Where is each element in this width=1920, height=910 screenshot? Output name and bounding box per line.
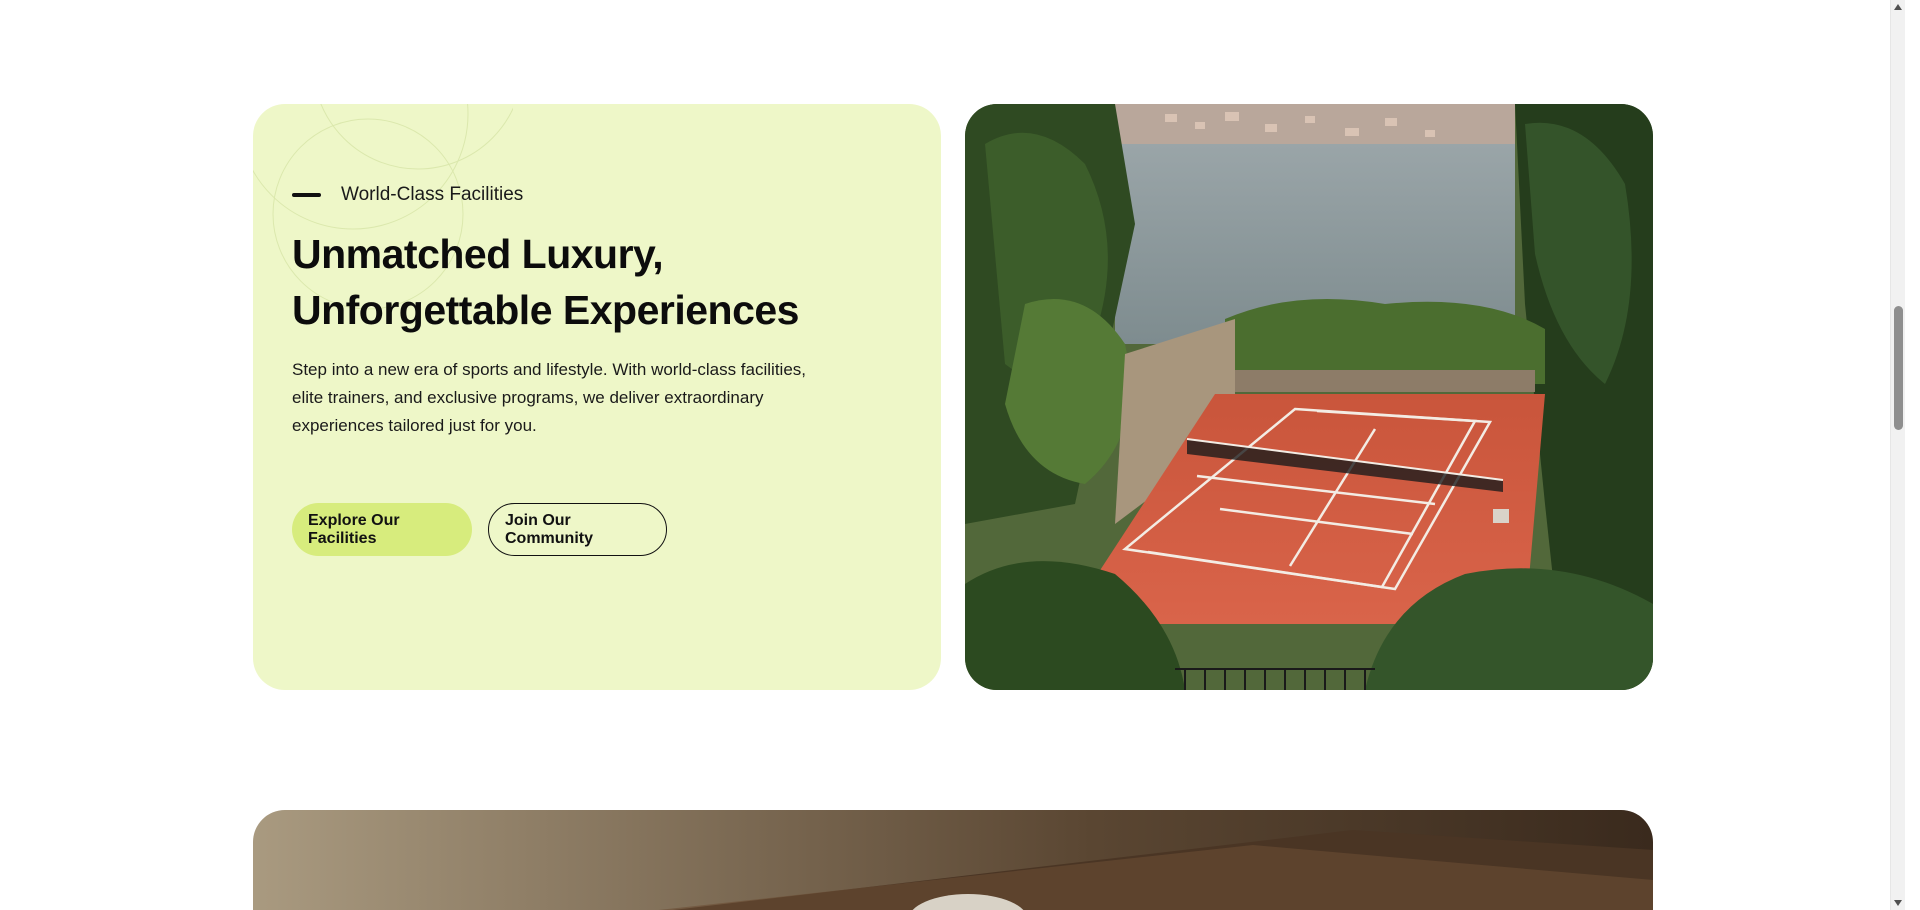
chevron-up-icon[interactable]	[1894, 4, 1902, 10]
eyebrow: World-Class Facilities	[292, 184, 523, 206]
tennis-court-illustration	[965, 104, 1653, 690]
eyebrow-label: World-Class Facilities	[341, 184, 524, 205]
page: World-Class Facilities Unmatched Luxury,…	[0, 0, 1905, 910]
hero-description: Step into a new era of sports and lifest…	[292, 360, 806, 435]
cta-buttons: Explore Our Facilities Join Our Communit…	[292, 503, 667, 556]
eyebrow-dash	[292, 193, 321, 197]
scrollbar[interactable]	[1890, 0, 1905, 910]
join-community-button[interactable]: Join Our Community	[488, 503, 667, 556]
player-photo-illustration	[253, 810, 1653, 910]
player-image	[253, 810, 1653, 910]
scrollbar-thumb[interactable]	[1894, 306, 1903, 430]
hero-card: World-Class Facilities Unmatched Luxury,…	[253, 104, 941, 690]
explore-facilities-button[interactable]: Explore Our Facilities	[292, 503, 472, 556]
hero-headline: Unmatched Luxury, Unforgettable Experien…	[292, 231, 800, 333]
facility-image	[965, 104, 1653, 690]
chevron-down-icon[interactable]	[1894, 900, 1902, 906]
